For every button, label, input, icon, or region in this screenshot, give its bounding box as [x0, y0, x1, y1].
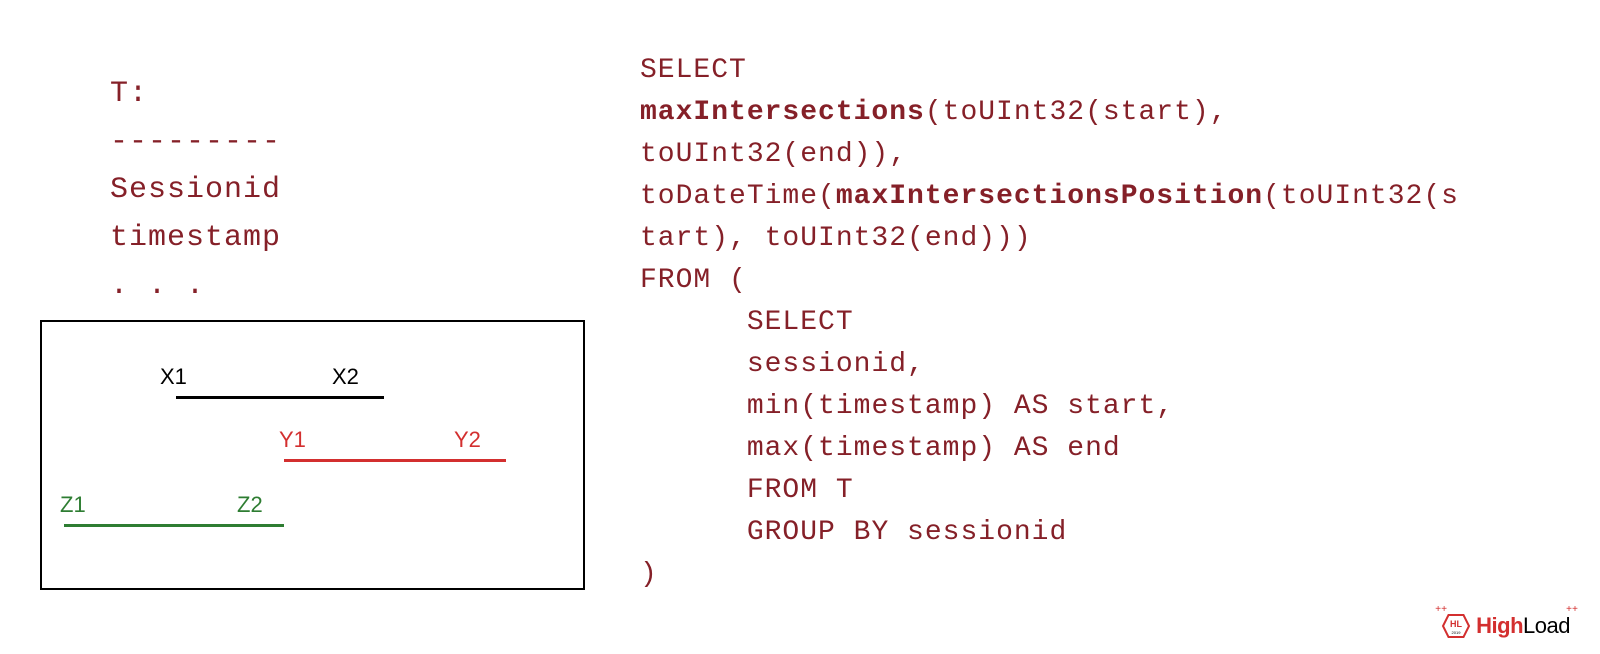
sql-line4-bold: maxIntersectionsPosition — [836, 181, 1263, 212]
x1-label: X1 — [160, 364, 187, 390]
schema-col3: . . . — [110, 262, 600, 310]
z1-label: Z1 — [60, 492, 86, 518]
logo-hexagon-icon: HL 2019 — [1441, 613, 1471, 639]
sql-line1: SELECT — [640, 55, 747, 86]
sql-line13: ) — [640, 559, 658, 590]
y-line — [284, 459, 506, 462]
y1-label: Y1 — [279, 427, 306, 453]
x-line — [176, 396, 384, 399]
sql-line10: max(timestamp) AS end — [640, 433, 1121, 464]
highload-logo: ++ HL 2019 HighLoad ++ — [1441, 613, 1570, 639]
logo-abbr: HL — [1450, 619, 1462, 629]
z2-label: Z2 — [237, 492, 263, 518]
schema-text: T: --------- Sessionid timestamp . . . — [40, 70, 600, 310]
sql-line4-end: (toUInt32(s — [1263, 181, 1459, 212]
schema-title: T: — [110, 70, 600, 118]
left-column: T: --------- Sessionid timestamp . . . — [40, 70, 600, 310]
logo-year: 2019 — [1452, 630, 1462, 635]
sql-line3: toUInt32(end)), — [640, 139, 907, 170]
sql-line2-rest: (toUInt32(start), — [925, 97, 1228, 128]
sql-line2-bold: maxIntersections — [640, 97, 925, 128]
logo-text: HighLoad — [1476, 613, 1570, 639]
sql-line4-start: toDateTime( — [640, 181, 836, 212]
plus-icon: ++ — [1566, 605, 1578, 616]
schema-col1: Sessionid — [110, 166, 600, 214]
sql-line8: sessionid, — [640, 349, 925, 380]
sql-line5: tart), toUInt32(end))) — [640, 223, 1032, 254]
x2-label: X2 — [332, 364, 359, 390]
logo-high: High — [1476, 613, 1523, 638]
y2-label: Y2 — [454, 427, 481, 453]
schema-divider: --------- — [110, 118, 600, 166]
logo-load: Load — [1523, 613, 1570, 638]
schema-col2: timestamp — [110, 214, 600, 262]
sql-line6: FROM ( — [640, 265, 747, 296]
sql-line12: GROUP BY sessionid — [640, 517, 1067, 548]
z-line — [64, 524, 284, 527]
sql-line9: min(timestamp) AS start, — [640, 391, 1174, 422]
sql-code: SELECT maxIntersections(toUInt32(start),… — [640, 50, 1560, 596]
right-column: SELECT maxIntersections(toUInt32(start),… — [640, 50, 1560, 596]
sql-line7: SELECT — [640, 307, 854, 338]
sql-line11: FROM T — [640, 475, 854, 506]
interval-diagram: X1 X2 Y1 Y2 Z1 Z2 — [40, 320, 585, 590]
